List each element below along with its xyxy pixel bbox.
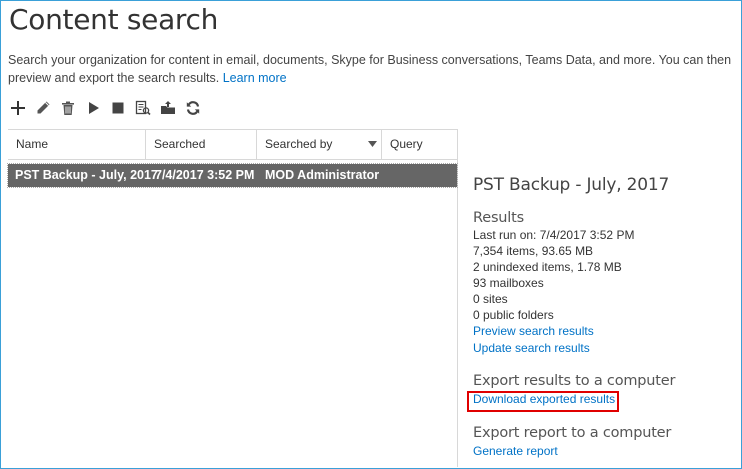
results-heading: Results [473, 210, 524, 226]
preview-icon[interactable] [134, 99, 152, 117]
column-header-label: Searched by [265, 137, 333, 151]
search-list: Name Searched Searched by Query PST Back… [7, 129, 458, 467]
play-icon[interactable] [84, 99, 102, 117]
update-results-link[interactable]: Update search results [473, 340, 735, 357]
export-results-heading: Export results to a computer [473, 373, 676, 389]
stop-icon[interactable] [109, 99, 127, 117]
table-row[interactable]: PST Backup - July, 2017 7/4/2017 3:52 PM… [7, 163, 458, 188]
column-header-label: Name [16, 137, 49, 151]
details-title: PST Backup - July, 2017 [473, 175, 670, 195]
refresh-icon[interactable] [184, 99, 202, 117]
trash-icon[interactable] [59, 99, 77, 117]
unindexed-count: 2 unindexed items, 1.78 MB [473, 260, 622, 274]
page-description: Search your organization for content in … [8, 51, 738, 87]
details-pane: PST Backup - July, 2017 Results Last run… [473, 175, 735, 459]
preview-results-link[interactable]: Preview search results [473, 323, 735, 340]
plus-icon[interactable] [9, 99, 27, 117]
cell-searched-by: MOD Administrator [265, 168, 380, 182]
column-header-row: Name Searched Searched by Query [8, 129, 457, 160]
cell-searched: 7/4/2017 3:52 PM [155, 168, 255, 182]
column-header-label: Query [390, 137, 423, 151]
page-title: Content search [9, 3, 219, 36]
sites-count: 0 sites [473, 292, 508, 306]
column-header-searched[interactable]: Searched [146, 130, 257, 159]
column-header-label: Searched [154, 137, 206, 151]
items-count: 7,354 items, 93.65 MB [473, 244, 594, 258]
cell-name: PST Backup - July, 2017 [15, 168, 158, 182]
learn-more-link[interactable]: Learn more [223, 71, 287, 85]
highlight-box [467, 391, 619, 412]
column-header-query[interactable]: Query [382, 130, 457, 159]
column-header-searched-by[interactable]: Searched by [257, 130, 382, 159]
toolbar [9, 97, 209, 119]
chevron-down-icon[interactable] [368, 141, 377, 148]
public-folders-count: 0 public folders [473, 308, 554, 322]
description-text: Search your organization for content in … [8, 53, 732, 85]
mailboxes-count: 93 mailboxes [473, 276, 544, 290]
column-header-name[interactable]: Name [8, 130, 146, 159]
generate-report-link[interactable]: Generate report [473, 443, 735, 460]
pencil-icon[interactable] [34, 99, 52, 117]
export-report-heading: Export report to a computer [473, 424, 672, 441]
export-icon[interactable] [159, 99, 177, 117]
last-run-text: Last run on: 7/4/2017 3:52 PM [473, 228, 635, 242]
